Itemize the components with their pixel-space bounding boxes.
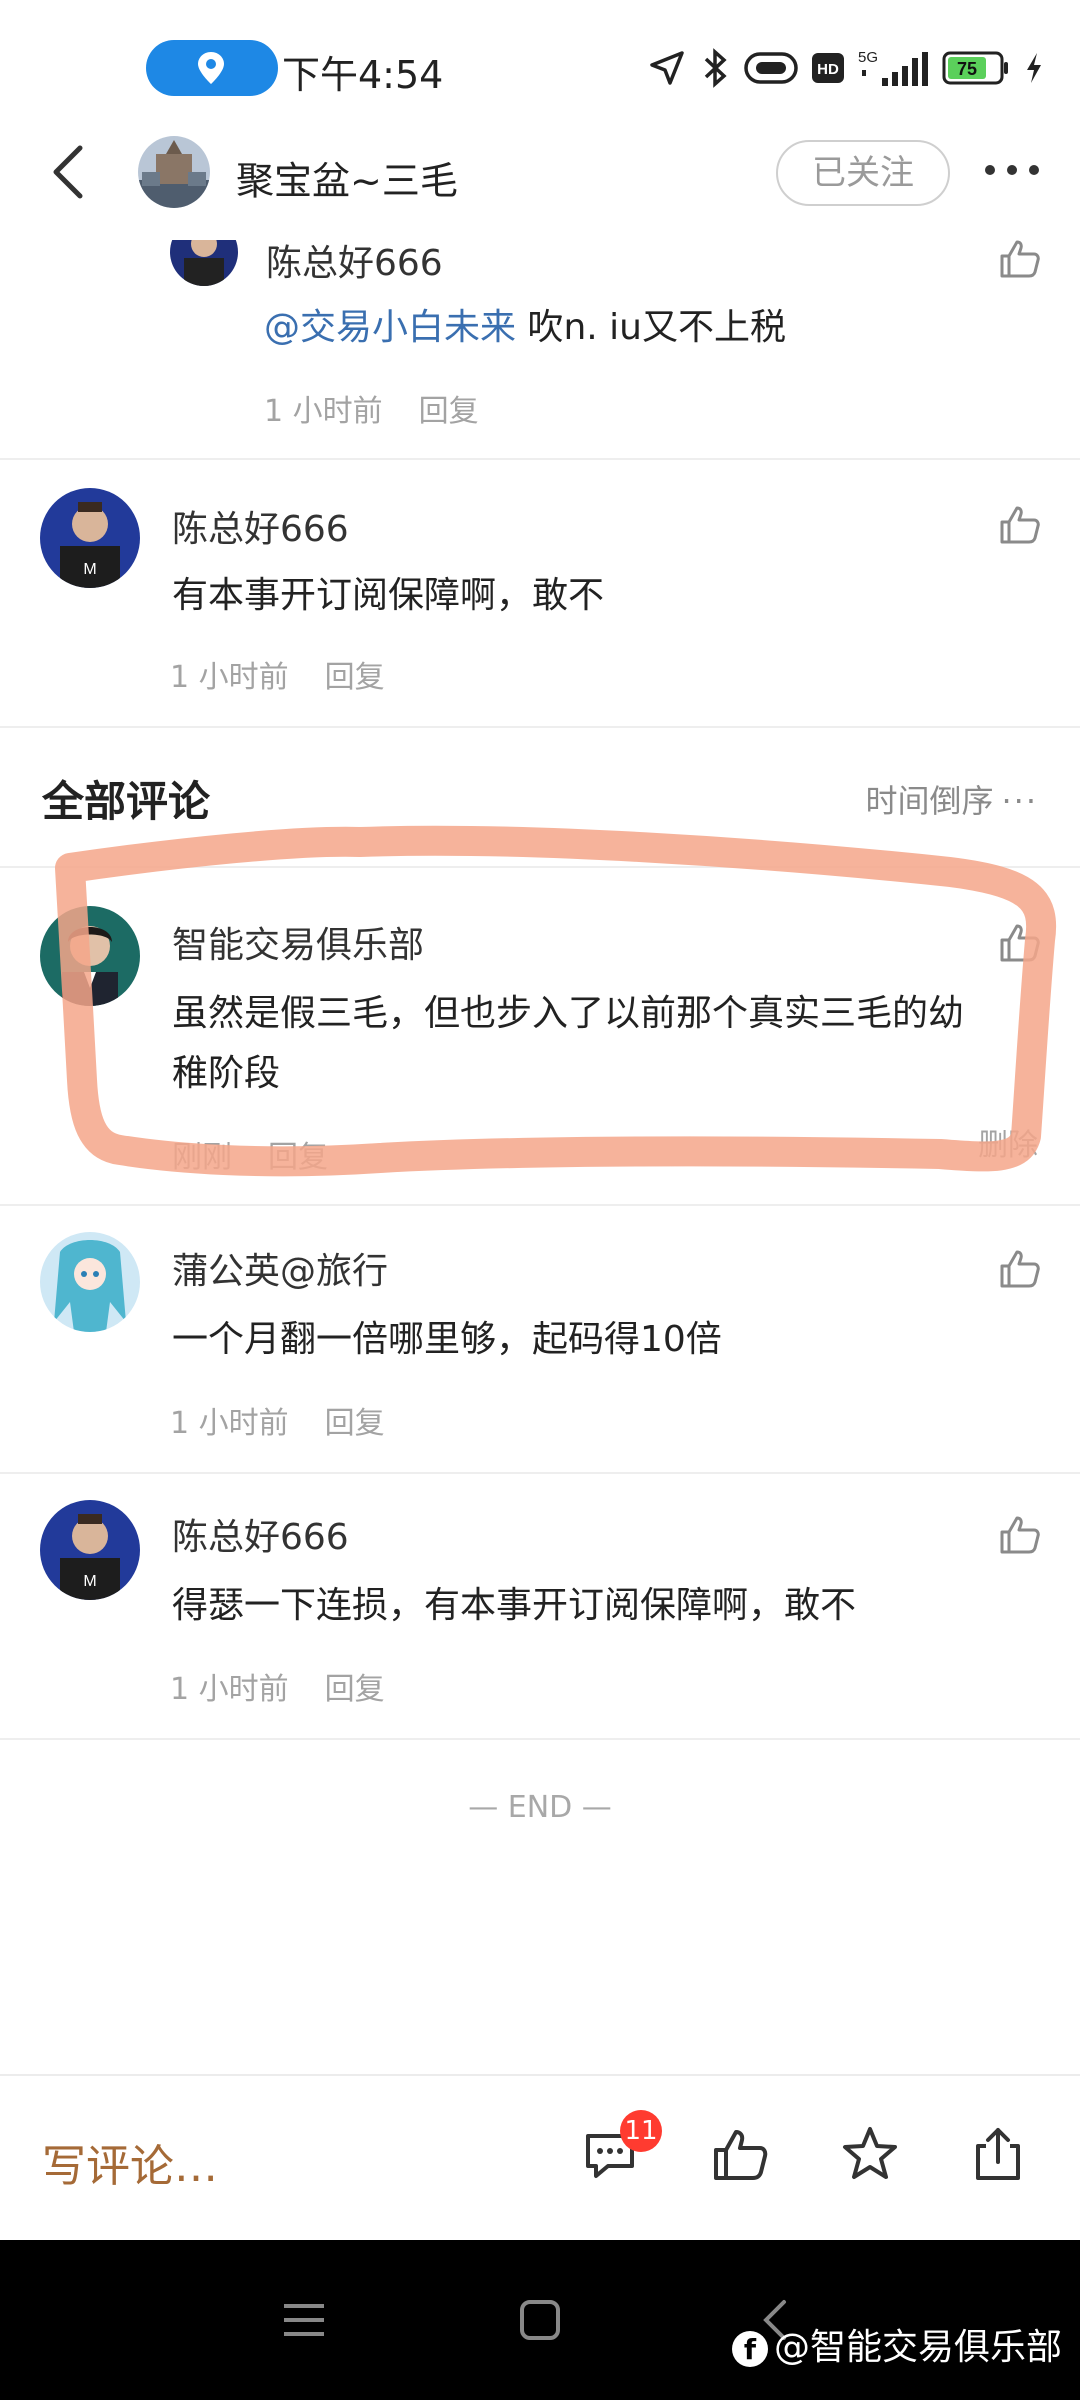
write-comment-input[interactable]: 写评论… bbox=[42, 2130, 218, 2194]
vibrate-icon bbox=[744, 52, 798, 84]
comment-count-badge: 11 bbox=[620, 2110, 662, 2152]
comment-text: 得瑟一下连损，有本事开订阅保障啊，敢不 bbox=[172, 1585, 857, 1626]
hd-label: HD bbox=[817, 61, 839, 78]
divider bbox=[0, 458, 1080, 460]
menu-icon[interactable] bbox=[274, 2290, 334, 2350]
like-icon[interactable] bbox=[710, 2124, 770, 2184]
comment-avatar[interactable]: M bbox=[40, 488, 140, 588]
comment-meta: 1 小时前 回复 bbox=[170, 1398, 385, 1442]
watermark-logo: f bbox=[731, 2331, 768, 2367]
bluetooth-icon bbox=[704, 48, 727, 88]
comment-author-name[interactable]: 智能交易俱乐部 bbox=[172, 916, 424, 968]
comment-text: 一个月翻一倍哪里够，起码得10倍 bbox=[172, 1319, 722, 1360]
comment-avatar[interactable]: M bbox=[40, 1500, 140, 1600]
status-time: 下午4:54 bbox=[282, 53, 444, 97]
like-icon[interactable] bbox=[998, 502, 1042, 546]
sort-label[interactable]: 时间倒序 bbox=[865, 782, 993, 820]
comment-author-name[interactable]: 陈总好666 bbox=[172, 1508, 349, 1560]
star-icon[interactable] bbox=[840, 2124, 900, 2184]
comment-time: 1 小时前 bbox=[170, 660, 289, 695]
comment-avatar[interactable] bbox=[40, 906, 140, 1006]
end-of-list: — END — bbox=[468, 1790, 612, 1825]
location-indicator[interactable] bbox=[146, 40, 278, 96]
hd-icon: HD bbox=[812, 53, 844, 83]
like-icon[interactable] bbox=[998, 1512, 1042, 1556]
divider bbox=[0, 726, 1080, 728]
navigation-arrow-icon bbox=[650, 51, 684, 85]
network-label: 5G bbox=[858, 49, 878, 66]
like-icon[interactable] bbox=[998, 920, 1042, 964]
comment-text: 有本事开订阅保障啊，敢不 bbox=[172, 575, 605, 616]
svg-text:M: M bbox=[83, 1573, 96, 1590]
divider bbox=[0, 1472, 1080, 1474]
sort-more-icon[interactable]: ··· bbox=[1001, 782, 1038, 820]
battery-level: 75 bbox=[957, 59, 977, 79]
watermark-text: @智能交易俱乐部 bbox=[773, 2327, 1062, 2368]
location-icon bbox=[198, 52, 224, 84]
comment-avatar[interactable] bbox=[40, 1232, 140, 1332]
reply-author-name[interactable]: 陈总好666 bbox=[266, 234, 443, 286]
comment-meta: 刚刚 回复 bbox=[172, 1132, 328, 1176]
comment-time: 刚刚 bbox=[172, 1140, 232, 1175]
reply-meta: 1 小时前 回复 bbox=[264, 386, 479, 430]
reply-text: @交易小白未来 吹n. iu又不上税 bbox=[264, 298, 786, 358]
reply-body: 吹n. iu又不上税 bbox=[516, 307, 786, 348]
all-comments-title: 全部评论 bbox=[42, 777, 211, 826]
divider bbox=[0, 1738, 1080, 1740]
watermark: f @智能交易俱乐部 bbox=[731, 2318, 1062, 2370]
comment-time: 1 小时前 bbox=[170, 1406, 289, 1441]
reply-button[interactable]: 回复 bbox=[325, 660, 385, 695]
like-icon[interactable] bbox=[998, 1246, 1042, 1290]
comment-meta: 1 小时前 回复 bbox=[170, 652, 385, 696]
svg-text:M: M bbox=[83, 561, 96, 578]
comment-author-name[interactable]: 陈总好666 bbox=[172, 500, 349, 552]
comment-meta: 1 小时前 回复 bbox=[170, 1664, 385, 1708]
home-icon[interactable] bbox=[510, 2290, 570, 2350]
divider bbox=[0, 866, 1080, 868]
reply-time: 1 小时前 bbox=[264, 394, 383, 429]
divider bbox=[0, 1204, 1080, 1206]
author-avatar[interactable] bbox=[138, 136, 210, 208]
follow-button[interactable]: 已关注 bbox=[776, 140, 950, 206]
reply-button[interactable]: 回复 bbox=[325, 1672, 385, 1707]
highlight-annotation bbox=[55, 825, 1057, 1177]
reply-button[interactable]: 回复 bbox=[419, 394, 479, 429]
reply-button[interactable]: 回复 bbox=[325, 1406, 385, 1441]
comment-author-name[interactable]: 蒲公英@旅行 bbox=[172, 1242, 388, 1294]
signal-icon: 5G bbox=[858, 49, 928, 86]
sort-selector[interactable]: 时间倒序 ··· bbox=[865, 776, 1038, 822]
delete-button[interactable]: 删除 bbox=[978, 1120, 1038, 1164]
mention-link[interactable]: @交易小白未来 bbox=[264, 307, 516, 348]
share-icon[interactable] bbox=[968, 2124, 1028, 2184]
page-title: 聚宝盆~三毛 bbox=[236, 159, 458, 203]
reply-button[interactable]: 回复 bbox=[268, 1140, 328, 1175]
more-icon[interactable] bbox=[980, 150, 1044, 190]
battery-icon: 75 bbox=[942, 51, 1008, 85]
comment-time: 1 小时前 bbox=[170, 1672, 289, 1707]
charging-icon bbox=[1027, 53, 1041, 83]
comment-text-line-2: 稚阶段 bbox=[172, 1053, 281, 1094]
comment-text-line-1: 虽然是假三毛，但也步入了以前那个真实三毛的幼 bbox=[172, 993, 965, 1034]
status-icons: HD 5G 75 bbox=[648, 46, 1044, 90]
like-icon[interactable] bbox=[998, 236, 1042, 280]
back-icon[interactable] bbox=[48, 142, 88, 202]
